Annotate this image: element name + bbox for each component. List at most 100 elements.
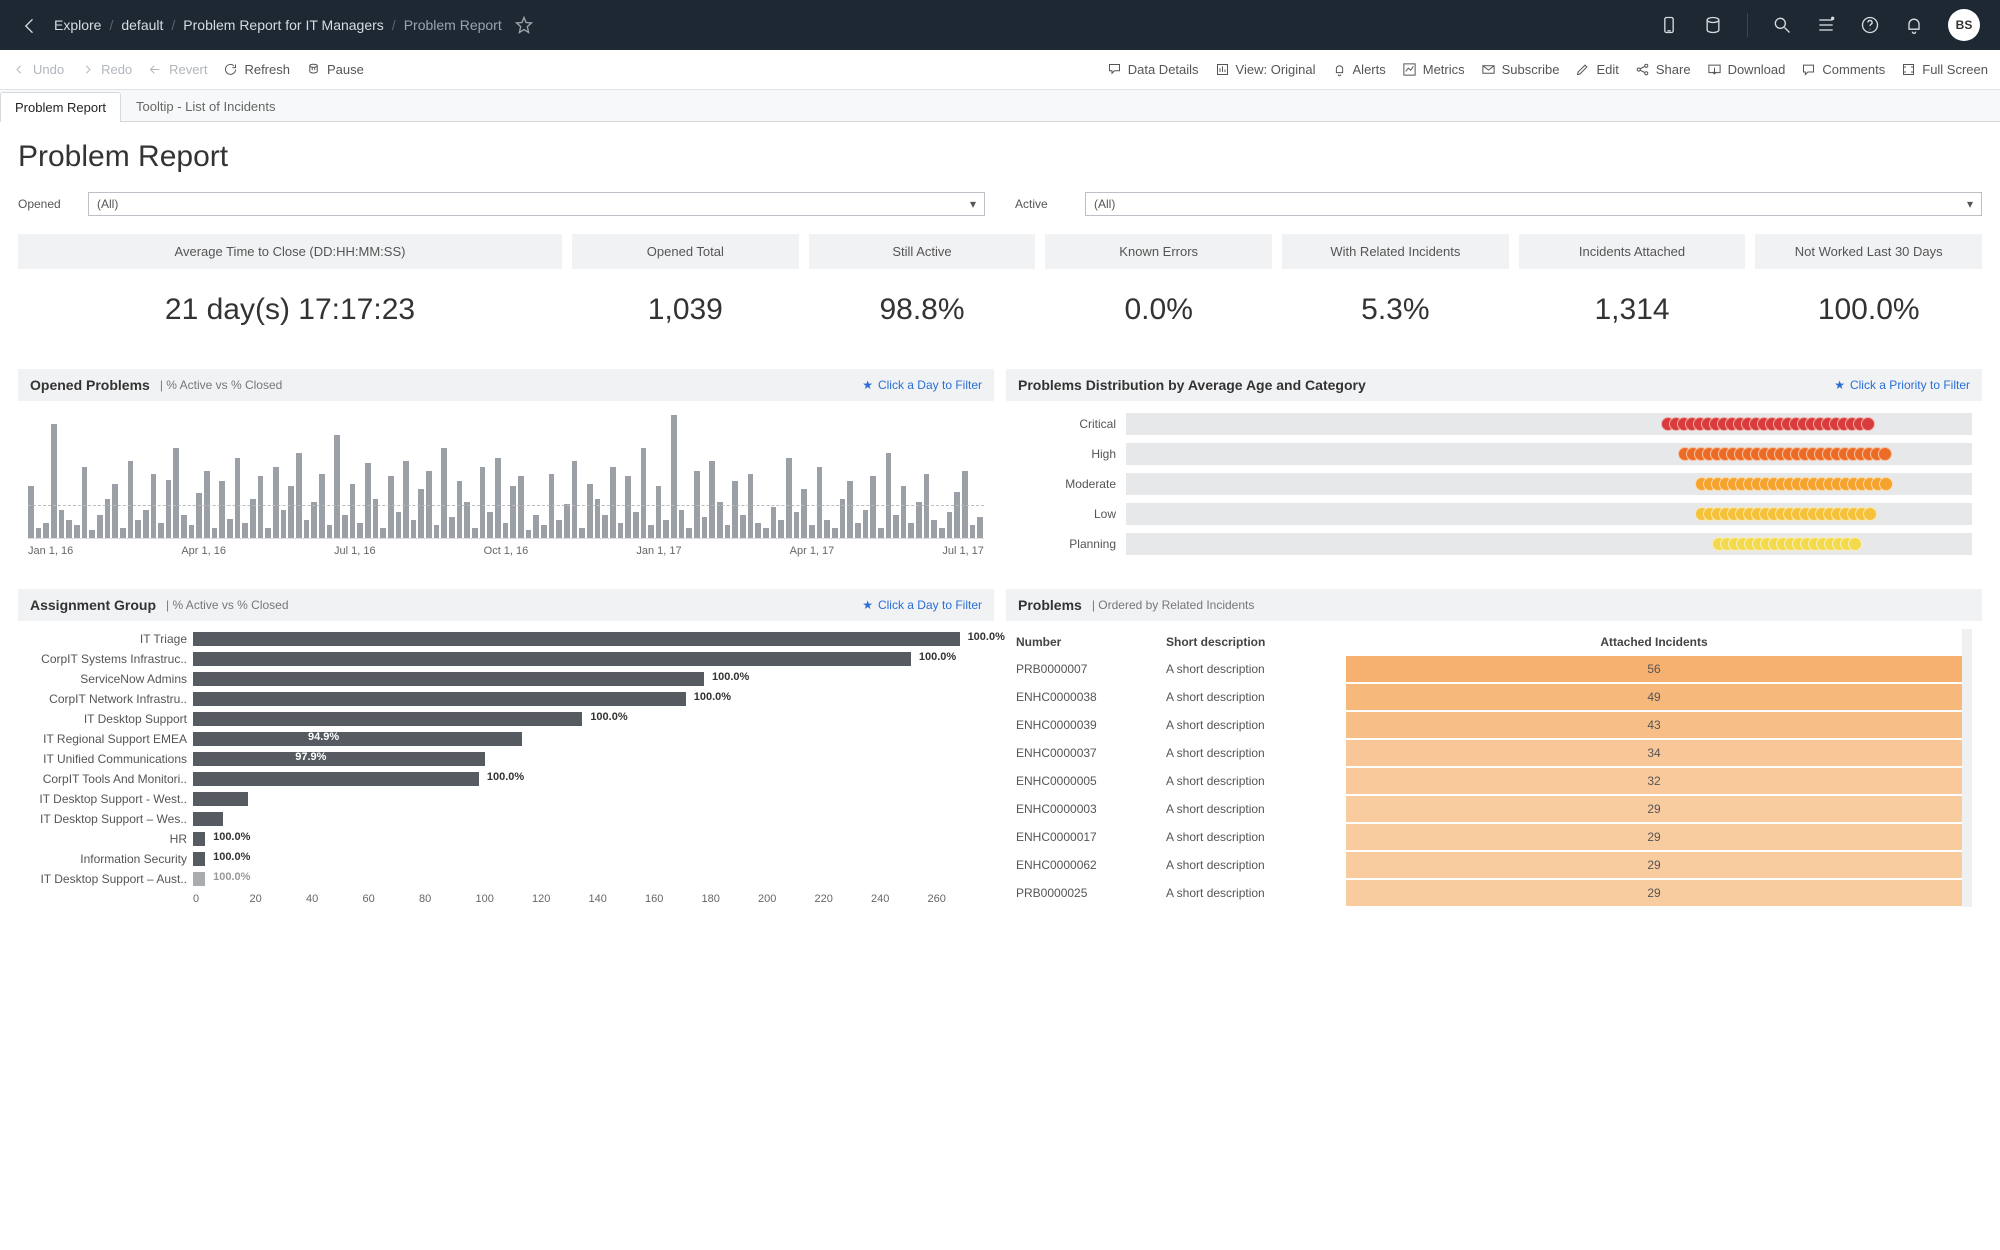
bar[interactable]	[809, 525, 815, 538]
search-icon[interactable]	[1772, 15, 1792, 35]
bar[interactable]	[74, 525, 80, 538]
bar[interactable]	[954, 492, 960, 538]
bar[interactable]	[212, 528, 218, 538]
bar[interactable]	[633, 512, 639, 538]
data-details-button[interactable]: Data Details	[1107, 62, 1199, 77]
refresh-button[interactable]: Refresh	[223, 62, 290, 77]
bar[interactable]	[618, 523, 624, 538]
bar[interactable]	[686, 528, 692, 538]
table-row[interactable]: ENHC0000005A short description32	[1016, 767, 1962, 795]
bar[interactable]	[193, 792, 248, 806]
bar[interactable]	[495, 458, 501, 538]
list-icon[interactable]	[1816, 15, 1836, 35]
bar[interactable]	[235, 458, 241, 538]
bar[interactable]	[258, 476, 264, 538]
notifications-icon[interactable]	[1904, 15, 1924, 35]
bar[interactable]	[977, 517, 983, 538]
priority-dot[interactable]	[1878, 447, 1892, 461]
bar[interactable]	[916, 502, 922, 538]
download-button[interactable]: Download	[1707, 62, 1786, 77]
bar[interactable]	[403, 461, 409, 538]
bar[interactable]	[641, 448, 647, 538]
bar[interactable]	[158, 523, 164, 538]
bar[interactable]	[418, 489, 424, 538]
bar[interactable]	[717, 502, 723, 538]
redo-button[interactable]: Redo	[80, 62, 132, 77]
distribution-row[interactable]: Critical	[1016, 409, 1972, 439]
distribution-hint[interactable]: ★Click a Priority to Filter	[1834, 378, 1970, 392]
bar[interactable]	[112, 484, 118, 538]
view-button[interactable]: View: Original	[1215, 62, 1316, 77]
assignment-row[interactable]: IT Desktop Support - West..	[28, 789, 984, 809]
bar[interactable]	[870, 476, 876, 538]
kpi-card[interactable]: Average Time to Close (DD:HH:MM:SS)21 da…	[18, 234, 562, 351]
fullscreen-button[interactable]: Full Screen	[1901, 62, 1988, 77]
table-row[interactable]: ENHC0000037A short description34	[1016, 739, 1962, 767]
bar[interactable]	[947, 512, 953, 538]
distribution-chart[interactable]: CriticalHighModerateLowPlanning	[1006, 401, 1982, 567]
table-row[interactable]: PRB0000007A short description56	[1016, 655, 1962, 683]
bar[interactable]	[817, 467, 823, 538]
col-desc[interactable]: Short description	[1166, 635, 1346, 649]
bar[interactable]	[656, 486, 662, 538]
bar[interactable]	[832, 528, 838, 538]
opened-problems-hint[interactable]: ★Click a Day to Filter	[862, 378, 982, 392]
assignment-row[interactable]: IT Unified Communications97.9%	[28, 749, 984, 769]
bar[interactable]	[786, 458, 792, 538]
table-row[interactable]: ENHC0000039A short description43	[1016, 711, 1962, 739]
filter-active-select[interactable]: (All) ▾	[1085, 192, 1982, 216]
bar[interactable]	[334, 435, 340, 538]
bar[interactable]	[732, 481, 738, 538]
bar[interactable]	[771, 507, 777, 538]
bar[interactable]	[219, 481, 225, 538]
bar[interactable]	[193, 632, 960, 646]
bar[interactable]	[411, 520, 417, 538]
bar[interactable]	[281, 510, 287, 538]
bar[interactable]	[602, 515, 608, 538]
kpi-card[interactable]: Known Errors0.0%	[1045, 234, 1272, 351]
bar[interactable]	[518, 476, 524, 538]
bar[interactable]	[503, 523, 509, 538]
opened-problems-chart[interactable]: Jan 1, 16Apr 1, 16Jul 1, 16Oct 1, 16Jan …	[28, 409, 984, 569]
kpi-card[interactable]: With Related Incidents5.3%	[1282, 234, 1509, 351]
bar[interactable]	[311, 502, 317, 538]
bar[interactable]	[824, 520, 830, 538]
bar[interactable]	[449, 517, 455, 538]
bar[interactable]	[863, 510, 869, 538]
bar[interactable]	[464, 502, 470, 538]
bar[interactable]	[193, 752, 485, 766]
bar[interactable]	[487, 512, 493, 538]
bar[interactable]	[82, 467, 88, 538]
bar[interactable]	[610, 467, 616, 538]
bar[interactable]	[679, 510, 685, 538]
bar[interactable]	[510, 486, 516, 538]
bar[interactable]	[193, 872, 205, 886]
comments-button[interactable]: Comments	[1801, 62, 1885, 77]
filter-opened-select[interactable]: (All) ▾	[88, 192, 985, 216]
bar[interactable]	[663, 520, 669, 538]
bar[interactable]	[66, 520, 72, 538]
bar[interactable]	[350, 484, 356, 538]
distribution-row[interactable]: High	[1016, 439, 1972, 469]
bar[interactable]	[763, 528, 769, 538]
metrics-button[interactable]: Metrics	[1402, 62, 1465, 77]
bar[interactable]	[365, 463, 371, 538]
bar[interactable]	[434, 525, 440, 538]
bar[interactable]	[587, 484, 593, 538]
bar[interactable]	[740, 515, 746, 538]
crumb-project[interactable]: default	[121, 17, 163, 33]
bar[interactable]	[533, 515, 539, 538]
bar[interactable]	[193, 812, 223, 826]
bar[interactable]	[304, 520, 310, 538]
crumb-explore[interactable]: Explore	[54, 17, 101, 33]
bar[interactable]	[901, 486, 907, 538]
bar[interactable]	[908, 523, 914, 538]
priority-dot[interactable]	[1863, 507, 1877, 521]
bar[interactable]	[193, 692, 686, 706]
assignment-row[interactable]: Information Security100.0%	[28, 849, 984, 869]
bar[interactable]	[28, 486, 34, 538]
bar[interactable]	[242, 523, 248, 538]
help-icon[interactable]	[1860, 15, 1880, 35]
bar[interactable]	[193, 732, 522, 746]
assignment-row[interactable]: ServiceNow Admins100.0%	[28, 669, 984, 689]
